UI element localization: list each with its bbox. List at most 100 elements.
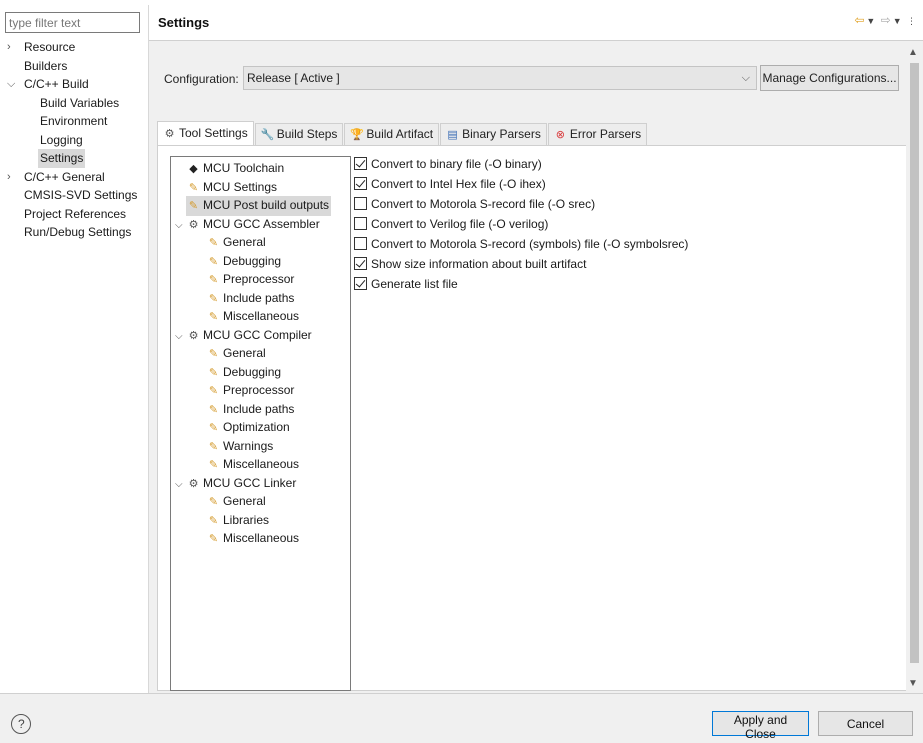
tab-build-steps[interactable]: 🔧 Build Steps: [254, 123, 344, 145]
scroll-up-icon[interactable]: ▲: [908, 47, 918, 58]
manage-configurations-button[interactable]: Manage Configurations...: [760, 65, 899, 91]
tool-tree-item-miscellaneous[interactable]: ✎ Miscellaneous: [195, 455, 301, 474]
tool-tree-item-general[interactable]: ✎ General: [195, 233, 268, 252]
tool-tree-item-general[interactable]: ✎ General: [195, 344, 268, 363]
tool-tree-item-debugging[interactable]: ✎ Debugging: [195, 252, 283, 271]
nav-item-resource[interactable]: › Resource: [0, 38, 148, 57]
nav-item-project-references[interactable]: Project References: [0, 205, 148, 224]
tool-tree-entry: ✎ Debugging: [206, 252, 283, 272]
scroll-thumb[interactable]: [910, 63, 919, 663]
tool-tree-item-general[interactable]: ✎ General: [195, 492, 268, 511]
forward-arrow-icon[interactable]: ⇨: [881, 13, 891, 27]
tool-tree-entry: ✎ MCU Post build outputs: [186, 196, 332, 216]
forward-dropdown-icon[interactable]: ▼: [893, 16, 902, 26]
tool-tree-item-mcu-gcc-compiler[interactable]: ⌵ ⚙ MCU GCC Compiler: [175, 326, 314, 345]
tool-tree-item-mcu-post-build-outputs[interactable]: ✎ MCU Post build outputs: [175, 196, 332, 216]
nav-item-run-debug-settings[interactable]: Run/Debug Settings: [0, 223, 148, 242]
nav-item-settings[interactable]: Settings: [0, 149, 148, 168]
error-icon: ⊗: [555, 129, 565, 141]
tool-tree-item-preprocessor[interactable]: ✎ Preprocessor: [195, 270, 296, 289]
chevron-down-icon[interactable]: ⌵: [175, 217, 186, 236]
option-category-icon: ✎: [188, 181, 199, 194]
scroll-down-icon[interactable]: ▼: [908, 678, 918, 689]
nav-item-logging[interactable]: Logging: [0, 131, 148, 150]
tool-tree-entry: ✎ Miscellaneous: [206, 529, 301, 549]
tab-binary-parsers[interactable]: ▤ Binary Parsers: [440, 123, 547, 145]
option-checkbox-3[interactable]: [354, 197, 367, 210]
configuration-select[interactable]: Release [ Active ] ⌵: [243, 66, 757, 90]
nav-item-build-variables[interactable]: Build Variables: [0, 94, 148, 113]
option-row: Convert to Intel Hex file (-O ihex): [354, 174, 688, 194]
cancel-button[interactable]: Cancel: [818, 711, 913, 736]
option-checkbox-5[interactable]: [354, 237, 367, 250]
tool-tree-item-include-paths[interactable]: ✎ Include paths: [195, 289, 296, 308]
tool-tree-item-miscellaneous[interactable]: ✎ Miscellaneous: [195, 529, 301, 548]
view-menu-icon[interactable]: ⋮: [907, 16, 916, 26]
option-label[interactable]: Generate list file: [371, 277, 458, 291]
tool-tree-item-preprocessor[interactable]: ✎ Preprocessor: [195, 381, 296, 400]
option-checkbox-6[interactable]: [354, 257, 367, 270]
tool-tree-label: Debugging: [223, 364, 282, 379]
option-label[interactable]: Convert to Motorola S-record (symbols) f…: [371, 237, 688, 251]
option-row: Generate list file: [354, 274, 688, 294]
option-row: Convert to Verilog file (-O verilog): [354, 214, 688, 234]
tool-tree-item-mcu-toolchain[interactable]: ◆ MCU Toolchain: [175, 159, 286, 178]
tool-tree-entry: ✎ General: [206, 492, 268, 512]
tool-tree-item-miscellaneous[interactable]: ✎ Miscellaneous: [195, 307, 301, 326]
page-title: Settings: [158, 15, 210, 30]
tool-tree-item-include-paths[interactable]: ✎ Include paths: [195, 400, 296, 419]
tool-tree-entry: ✎ MCU Settings: [186, 178, 279, 198]
tool-tree-label: MCU Post build outputs: [203, 198, 330, 212]
tool-tree-item-warnings[interactable]: ✎ Warnings: [195, 437, 275, 456]
tool-tree-entry: ✎ Preprocessor: [206, 381, 296, 401]
tool-tree-item-mcu-gcc-assembler[interactable]: ⌵ ⚙ MCU GCC Assembler: [175, 215, 322, 234]
option-checkbox-2[interactable]: [354, 177, 367, 190]
chevron-down-icon[interactable]: ⌵: [7, 75, 19, 94]
tool-tree-label: MCU Settings: [203, 179, 278, 194]
tool-tree-item-libraries[interactable]: ✎ Libraries: [195, 511, 271, 530]
nav-item-label: Settings: [38, 149, 86, 168]
tool-tree-label: MCU GCC Linker: [203, 475, 297, 490]
option-category-icon: ✎: [208, 348, 219, 360]
nav-item-environment[interactable]: Environment: [0, 112, 148, 131]
back-dropdown-icon[interactable]: ▼: [866, 16, 875, 26]
tool-tree-item-debugging[interactable]: ✎ Debugging: [195, 363, 283, 382]
vertical-scrollbar[interactable]: ▲ ▼: [906, 45, 923, 691]
chevron-right-icon[interactable]: ›: [7, 38, 19, 57]
tool-tree-item-mcu-settings[interactable]: ✎ MCU Settings: [175, 178, 279, 197]
chevron-right-icon[interactable]: ›: [7, 168, 19, 187]
option-category-icon: ✎: [208, 255, 219, 268]
tool-tree-label: MCU GCC Compiler: [203, 327, 312, 342]
tool-settings-tree: ◆ MCU Toolchain ✎ MCU Settings ✎ MCU Post bui…: [170, 156, 351, 691]
option-label[interactable]: Convert to Verilog file (-O verilog): [371, 217, 548, 231]
tool-tree-item-optimization[interactable]: ✎ Optimization: [195, 418, 292, 437]
nav-item-label: C/C++ General: [24, 169, 105, 184]
tool-tree-label: General: [223, 494, 266, 508]
chevron-down-icon[interactable]: ⌵: [175, 476, 186, 495]
help-icon[interactable]: ?: [11, 714, 31, 734]
tab-tool-settings[interactable]: ⚙ Tool Settings: [157, 121, 254, 145]
option-checkbox-4[interactable]: [354, 217, 367, 230]
option-checkbox-7[interactable]: [354, 277, 367, 290]
chevron-down-icon[interactable]: ⌵: [175, 328, 186, 347]
option-label[interactable]: Convert to Motorola S-record file (-O sr…: [371, 197, 595, 211]
option-category-icon: ✎: [208, 237, 219, 249]
option-checkbox-1[interactable]: [354, 157, 367, 170]
filter-input[interactable]: [5, 12, 140, 33]
option-category-icon: ✎: [208, 403, 219, 416]
back-arrow-icon[interactable]: ⇦: [854, 13, 864, 27]
option-label[interactable]: Show size information about built artifa…: [371, 257, 586, 271]
nav-item-c-c-build[interactable]: ⌵ C/C++ Build: [0, 75, 148, 94]
option-label[interactable]: Convert to Intel Hex file (-O ihex): [371, 177, 546, 191]
tab-build-artifact[interactable]: 🏆 Build Artifact: [344, 123, 440, 145]
option-label[interactable]: Convert to binary file (-O binary): [371, 157, 542, 171]
chevron-down-icon: ⌵: [741, 72, 750, 84]
tab-error-parsers[interactable]: ⊗ Error Parsers: [547, 123, 648, 145]
nav-item-builders[interactable]: Builders: [0, 57, 148, 76]
apply-and-close-button[interactable]: Apply and Close: [712, 711, 809, 741]
option-category-icon: ✎: [208, 496, 219, 508]
tool-tree-item-mcu-gcc-linker[interactable]: ⌵ ⚙ MCU GCC Linker: [175, 474, 298, 493]
nav-item-c-c-general[interactable]: › C/C++ General: [0, 168, 148, 187]
post-build-options: Convert to binary file (-O binary) Conver…: [354, 154, 688, 294]
nav-item-cmsis-svd-settings[interactable]: CMSIS-SVD Settings: [0, 186, 148, 205]
